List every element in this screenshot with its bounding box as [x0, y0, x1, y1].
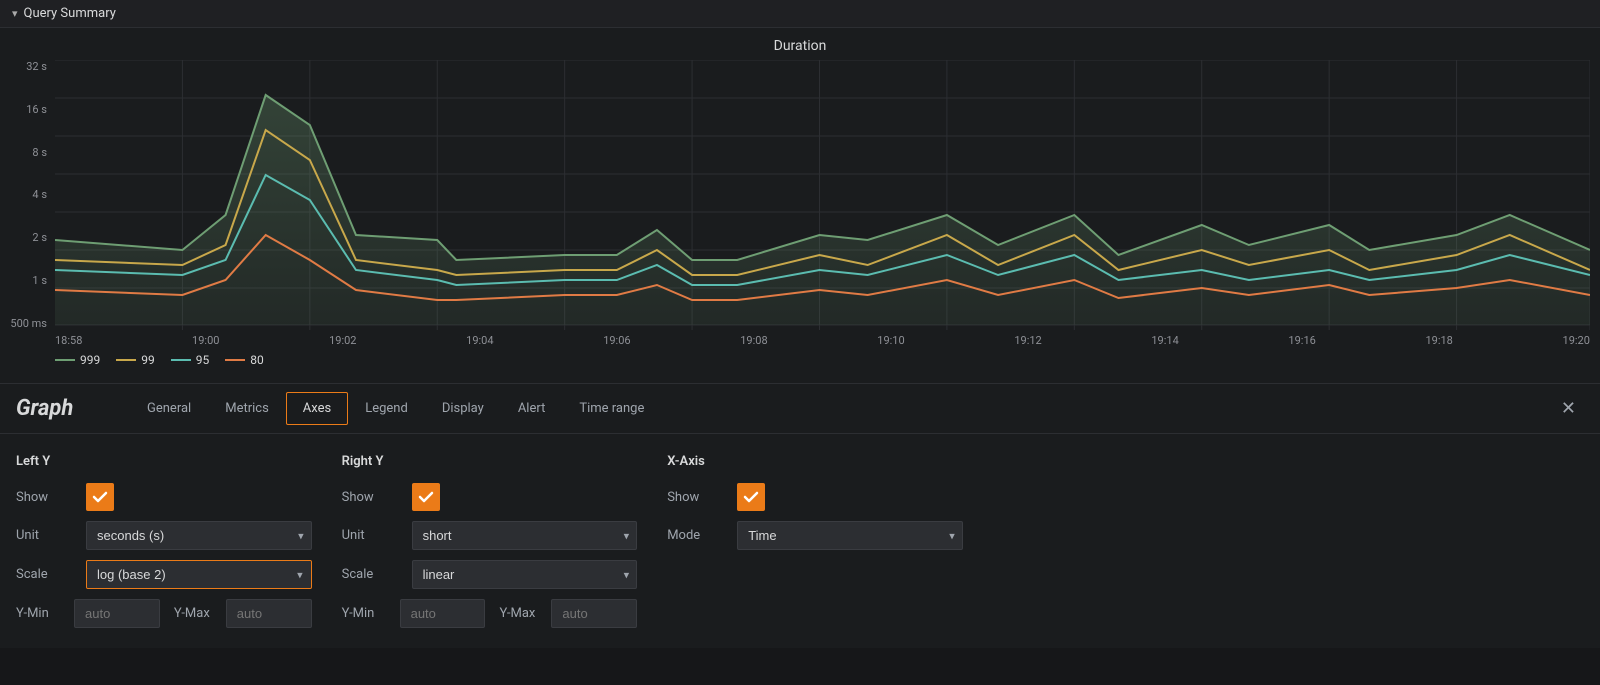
- close-button[interactable]: ✕: [1553, 394, 1584, 423]
- legend-item-999: 999: [55, 353, 100, 367]
- chevron-icon: ▾: [12, 7, 18, 20]
- left-y-max-wrap: [226, 599, 312, 628]
- right-y-section: Right Y Show Unit short seconds (s): [342, 454, 668, 638]
- bottom-panel: Graph General Metrics Axes Legend Displa…: [0, 383, 1600, 648]
- x-axis-mode-wrapper: Time Series Histogram ▾: [737, 521, 963, 550]
- right-y-scale-label: Scale: [342, 567, 412, 582]
- axes-content: Left Y Show Unit seconds (s) short: [0, 434, 1600, 648]
- right-y-show-row: Show: [342, 483, 638, 511]
- check-icon-x: [743, 489, 759, 505]
- right-y-show-checkbox[interactable]: [412, 483, 440, 511]
- right-y-unit-wrapper: short seconds (s) milliseconds (ms) ▾: [412, 521, 638, 550]
- left-y-minmax-row: Y-Min Y-Max: [16, 599, 312, 628]
- legend-item-80: 80: [225, 353, 264, 367]
- legend-line-999: [55, 359, 75, 361]
- graph-tab-header: Graph General Metrics Axes Legend Displa…: [0, 384, 1600, 434]
- x-axis-show-label: Show: [667, 490, 737, 505]
- legend-line-80: [225, 359, 245, 361]
- x-axis-show-row: Show: [667, 483, 963, 511]
- left-y-min-input[interactable]: [74, 599, 160, 628]
- right-y-unit-select[interactable]: short seconds (s) milliseconds (ms): [412, 521, 638, 550]
- left-y-scale-label: Scale: [16, 567, 86, 582]
- left-y-scale-wrapper: log (base 2) linear log (base 10) ▾: [86, 560, 312, 589]
- query-summary-title: Query Summary: [24, 6, 116, 21]
- right-y-scale-select[interactable]: linear log (base 2) log (base 10): [412, 560, 638, 589]
- legend-line-99: [116, 359, 136, 361]
- tab-axes[interactable]: Axes: [286, 392, 348, 425]
- left-y-title: Left Y: [16, 454, 312, 469]
- right-y-title: Right Y: [342, 454, 638, 469]
- left-y-section: Left Y Show Unit seconds (s) short: [16, 454, 342, 638]
- tab-general[interactable]: General: [130, 392, 208, 425]
- left-y-unit-row: Unit seconds (s) short milliseconds (ms)…: [16, 521, 312, 550]
- left-y-show-label: Show: [16, 490, 86, 505]
- x-axis-mode-label: Mode: [667, 528, 737, 543]
- right-y-max-input[interactable]: [551, 599, 637, 628]
- graph-panel-title: Graph: [16, 396, 106, 421]
- chart-legend: 999 99 95 80: [0, 347, 1600, 373]
- legend-item-99: 99: [116, 353, 155, 367]
- right-y-minmax-row: Y-Min Y-Max: [342, 599, 638, 628]
- chart-svg-container: [55, 60, 1590, 330]
- right-y-max-wrap: [551, 599, 637, 628]
- right-spacer: [993, 454, 1584, 638]
- left-y-scale-select[interactable]: log (base 2) linear log (base 10): [87, 561, 311, 588]
- tab-time-range[interactable]: Time range: [562, 392, 661, 425]
- x-axis-mode-select[interactable]: Time Series Histogram: [737, 521, 963, 550]
- check-icon: [92, 489, 108, 505]
- query-summary-header[interactable]: ▾ Query Summary: [0, 0, 1600, 28]
- legend-item-95: 95: [171, 353, 210, 367]
- tab-legend[interactable]: Legend: [348, 392, 425, 425]
- tab-alert[interactable]: Alert: [501, 392, 563, 425]
- left-y-show-row: Show: [16, 483, 312, 511]
- left-y-min-label: Y-Min: [16, 606, 66, 621]
- left-y-scale-row: Scale log (base 2) linear log (base 10) …: [16, 560, 312, 589]
- chart-title: Duration: [0, 38, 1600, 54]
- x-axis-labels: 18:58 19:00 19:02 19:04 19:06 19:08 19:1…: [0, 330, 1600, 347]
- right-y-scale-row: Scale linear log (base 2) log (base 10) …: [342, 560, 638, 589]
- right-y-min-input[interactable]: [400, 599, 486, 628]
- left-y-show-checkbox[interactable]: [86, 483, 114, 511]
- right-y-min-label: Y-Min: [342, 606, 392, 621]
- left-y-max-input[interactable]: [226, 599, 312, 628]
- left-y-unit-label: Unit: [16, 528, 86, 543]
- chart-svg: [55, 60, 1590, 330]
- left-y-unit-wrapper: seconds (s) short milliseconds (ms) ▾: [86, 521, 312, 550]
- left-y-min-wrap: [74, 599, 160, 628]
- legend-line-95: [171, 359, 191, 361]
- y-axis-labels: 32 s 16 s 8 s 4 s 2 s 1 s 500 ms: [0, 60, 55, 330]
- x-axis-mode-row: Mode Time Series Histogram ▾: [667, 521, 963, 550]
- chart-container: Duration 32 s 16 s 8 s 4 s 2 s 1 s 500 m…: [0, 28, 1600, 383]
- tab-metrics[interactable]: Metrics: [208, 392, 286, 425]
- right-y-unit-row: Unit short seconds (s) milliseconds (ms)…: [342, 521, 638, 550]
- check-icon-right: [418, 489, 434, 505]
- right-y-min-wrap: [400, 599, 486, 628]
- x-axis-title: X-Axis: [667, 454, 963, 469]
- left-y-max-label: Y-Max: [168, 606, 218, 621]
- x-axis-show-checkbox[interactable]: [737, 483, 765, 511]
- left-y-unit-select[interactable]: seconds (s) short milliseconds (ms): [86, 521, 312, 550]
- right-y-scale-wrapper: linear log (base 2) log (base 10) ▾: [412, 560, 638, 589]
- right-y-unit-label: Unit: [342, 528, 412, 543]
- right-y-show-label: Show: [342, 490, 412, 505]
- tab-display[interactable]: Display: [425, 392, 501, 425]
- right-y-max-label: Y-Max: [493, 606, 543, 621]
- x-axis-section: X-Axis Show Mode Time Series: [667, 454, 993, 638]
